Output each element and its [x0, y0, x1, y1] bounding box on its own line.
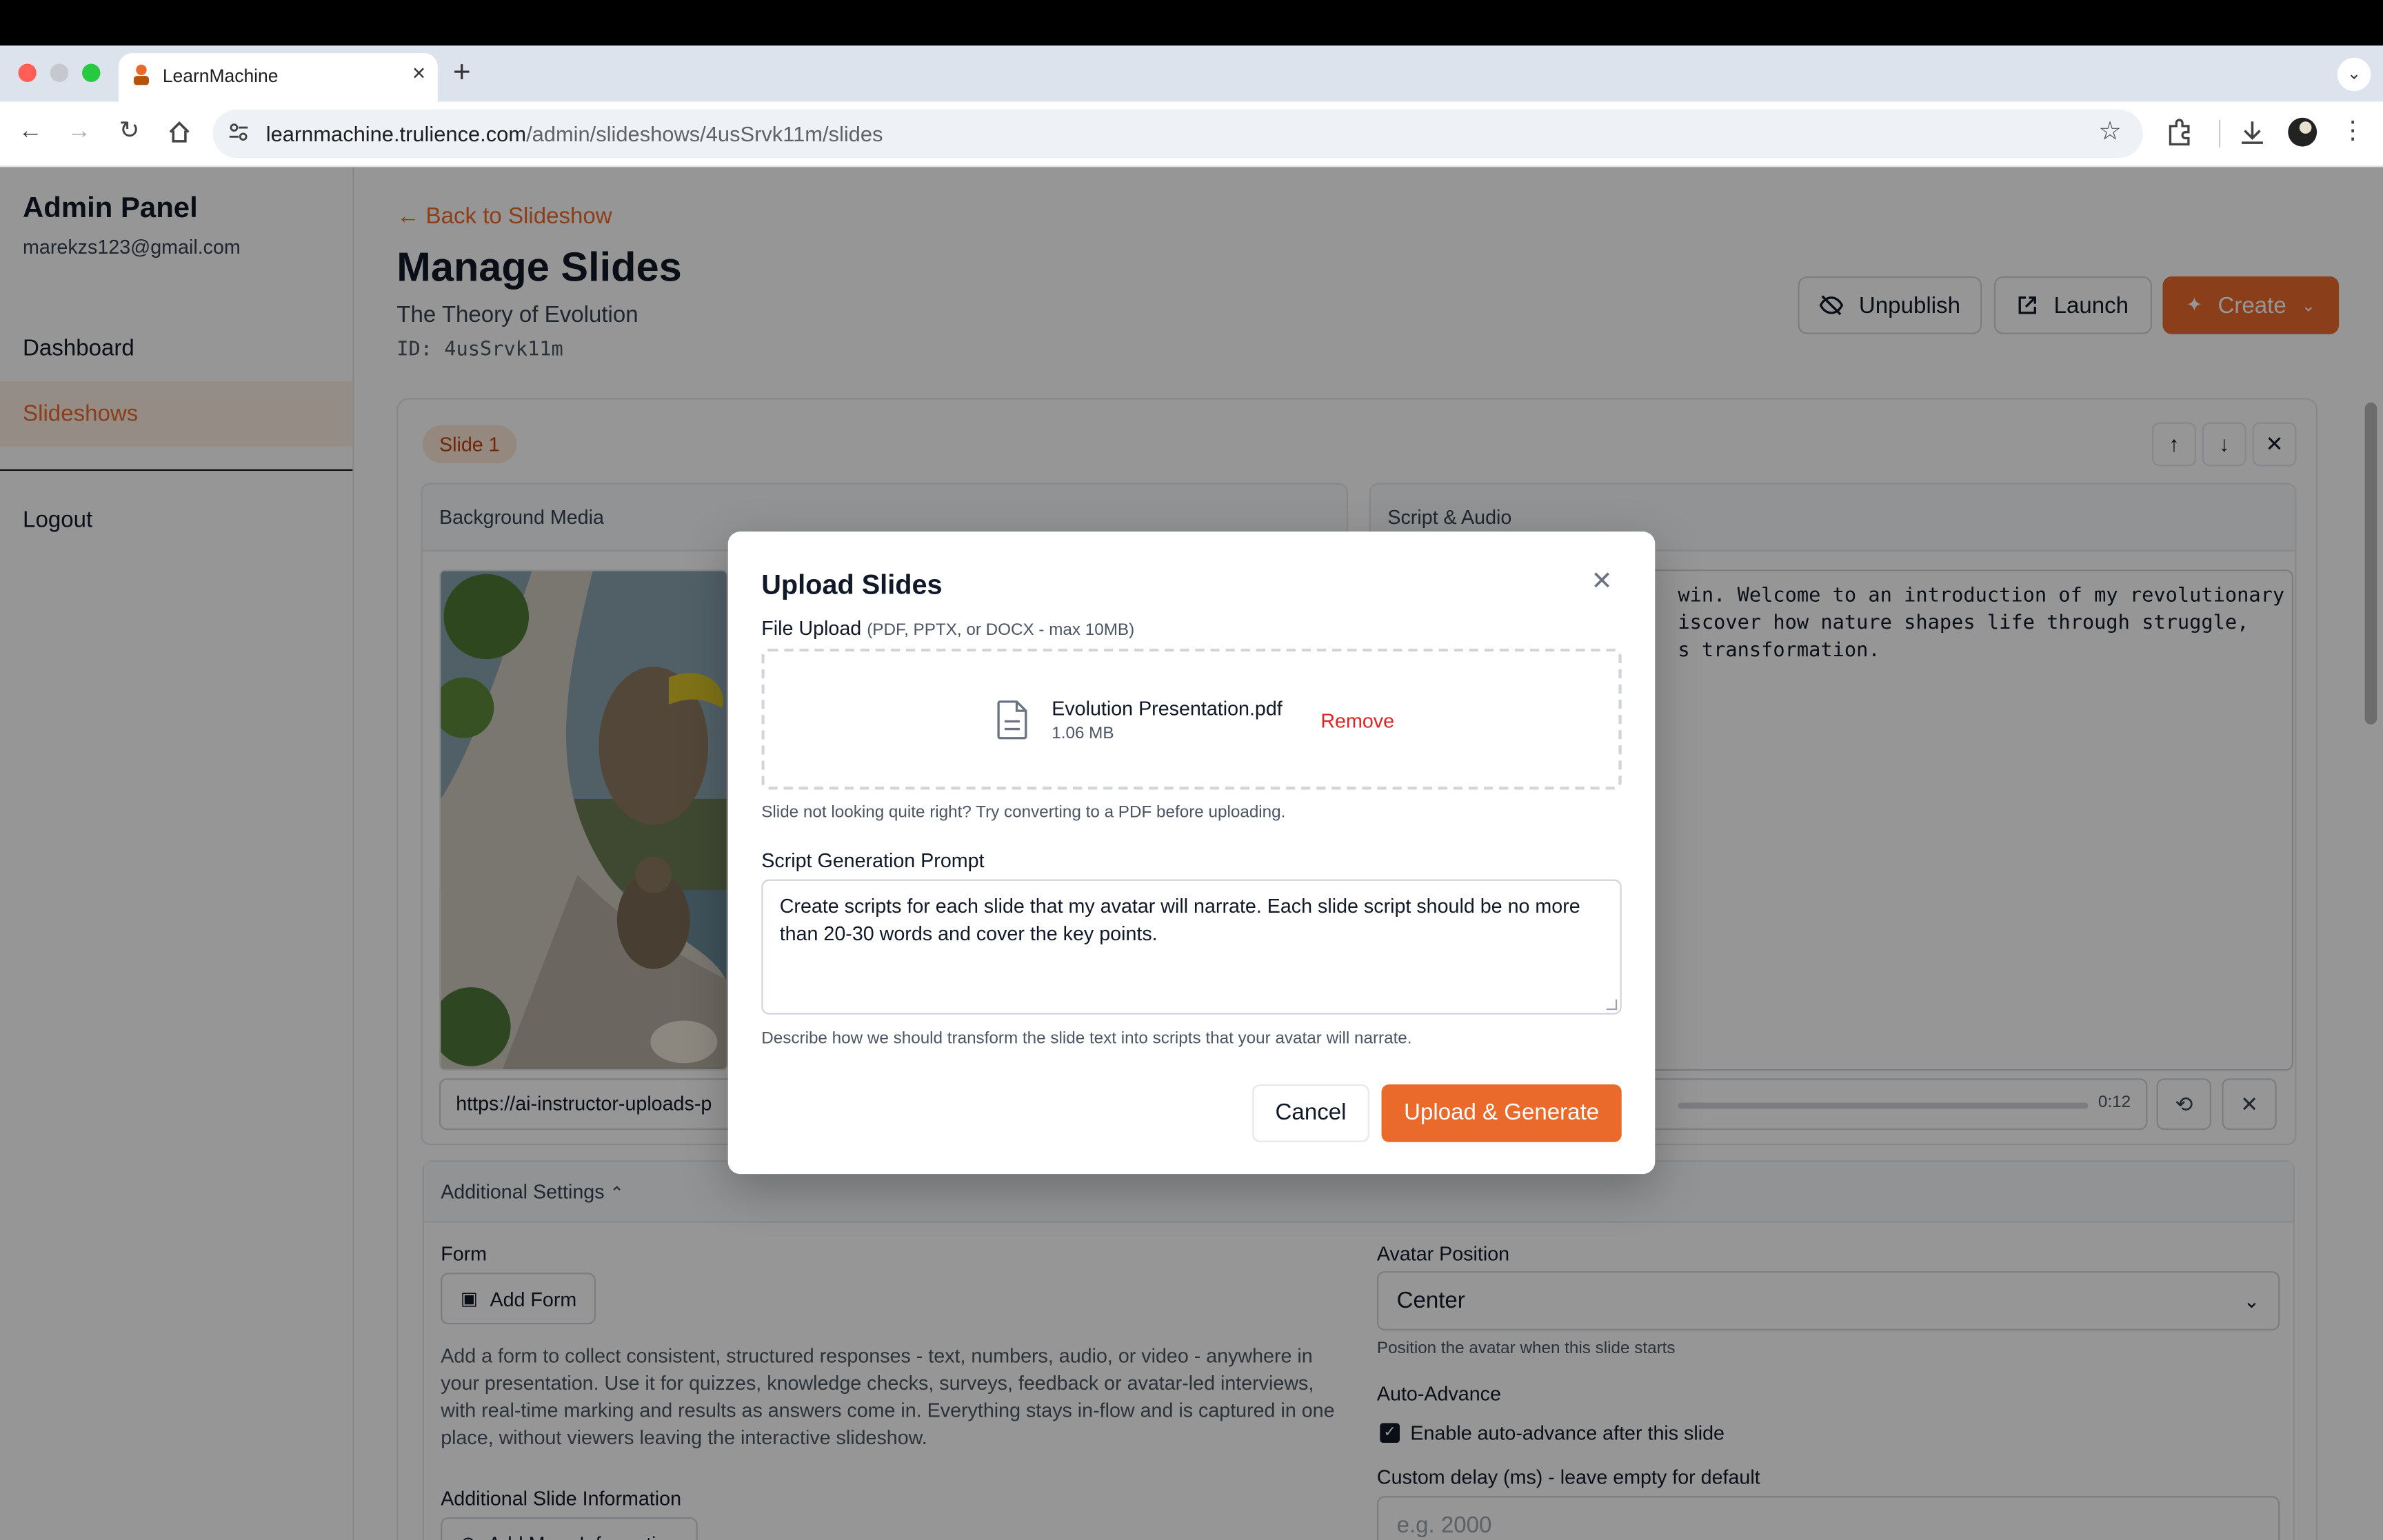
- screen-top-bar: [0, 0, 2383, 46]
- convert-hint: Slide not looking quite right? Try conve…: [761, 803, 1286, 822]
- new-tab-icon[interactable]: +: [453, 57, 471, 92]
- browser-toolbar: ← → ↻ learnmachine.trulience.com/admin/s…: [0, 101, 2383, 168]
- favicon-icon: [133, 64, 150, 85]
- file-upload-label: File Upload (PDF, PPTX, or DOCX - max 10…: [761, 616, 1134, 639]
- upload-generate-button[interactable]: Upload & Generate: [1381, 1084, 1622, 1142]
- browser-menu-icon[interactable]: ⋮: [2336, 115, 2369, 148]
- window-minimize-dot[interactable]: [50, 63, 69, 82]
- resize-handle-icon[interactable]: [1606, 999, 1618, 1011]
- bookmark-star-icon[interactable]: ☆: [2098, 117, 2122, 148]
- file-upload-label-text: File Upload: [761, 616, 862, 640]
- prompt-text: Create scripts for each slide that my av…: [779, 894, 1580, 945]
- url-path: /admin/slideshows/4usSrvk11m/slides: [526, 121, 883, 146]
- modal-title: Upload Slides: [761, 569, 943, 600]
- prompt-label: Script Generation Prompt: [761, 849, 985, 872]
- window-zoom-dot[interactable]: [82, 63, 101, 82]
- document-icon: [997, 700, 1027, 740]
- remove-file-button[interactable]: Remove: [1320, 709, 1394, 732]
- forward-arrow-icon[interactable]: →: [62, 115, 95, 148]
- profile-avatar-icon[interactable]: [2286, 115, 2319, 148]
- extensions-icon[interactable]: [2162, 115, 2195, 148]
- url-text: learnmachine.trulience.com/admin/slidesh…: [266, 121, 883, 145]
- site-info-icon[interactable]: [228, 121, 250, 143]
- prompt-help: Describe how we should transform the sli…: [761, 1029, 1412, 1048]
- back-arrow-icon[interactable]: ←: [14, 115, 47, 148]
- toolbar-divider: [2218, 120, 2221, 148]
- window-close-dot[interactable]: [18, 63, 37, 82]
- uploaded-file-name: Evolution Presentation.pdf: [1052, 697, 1283, 720]
- close-icon[interactable]: ✕: [1588, 567, 1616, 596]
- upload-slides-modal: Upload Slides ✕ File Upload (PDF, PPTX, …: [727, 531, 1656, 1175]
- download-icon[interactable]: [2235, 115, 2269, 148]
- tab-close-icon[interactable]: ×: [412, 61, 425, 86]
- tab-search-icon[interactable]: ⌄: [2337, 57, 2371, 92]
- url-host: learnmachine.trulience.com: [265, 121, 527, 146]
- tab-title: LearnMachine: [162, 65, 279, 87]
- cancel-button[interactable]: Cancel: [1252, 1084, 1369, 1142]
- home-icon[interactable]: [163, 115, 196, 148]
- prompt-textarea[interactable]: Create scripts for each slide that my av…: [761, 879, 1622, 1015]
- file-dropzone[interactable]: Evolution Presentation.pdf 1.06 MB Remov…: [761, 648, 1622, 790]
- screen: LearnMachine × + ⌄ ← → ↻ learnmachine.tr…: [0, 0, 2383, 1540]
- address-bar[interactable]: learnmachine.trulience.com/admin/slidesh…: [212, 109, 2143, 159]
- browser-tab[interactable]: LearnMachine ×: [118, 53, 438, 102]
- reload-icon[interactable]: ↻: [112, 115, 145, 148]
- file-upload-hint: (PDF, PPTX, or DOCX - max 10MB): [867, 621, 1135, 640]
- uploaded-file-size: 1.06 MB: [1052, 724, 1114, 743]
